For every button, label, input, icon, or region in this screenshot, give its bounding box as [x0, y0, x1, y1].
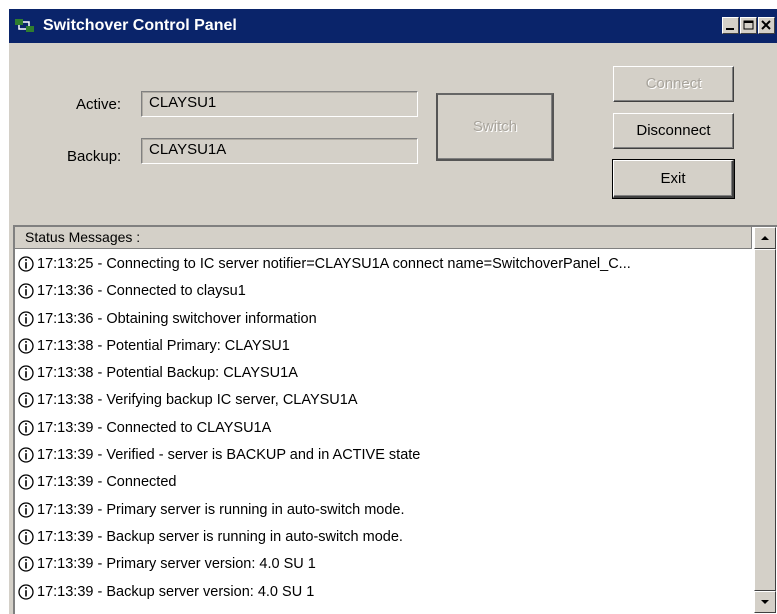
minimize-icon — [726, 28, 734, 30]
backup-label: Backup: — [67, 148, 122, 165]
arrow-up-icon — [761, 236, 769, 240]
minimize-button[interactable] — [722, 17, 739, 34]
close-icon — [761, 20, 771, 30]
message-text: 17:13:39 - Primary server is running in … — [37, 501, 405, 518]
info-icon — [18, 338, 34, 354]
scroll-up-button[interactable] — [754, 227, 776, 249]
list-item[interactable]: 17:13:39 - Backup server is running in a… — [15, 524, 754, 551]
info-icon — [18, 283, 34, 299]
info-icon — [18, 474, 34, 491]
message-text: 17:13:38 - Potential Backup: CLAYSU1A — [37, 365, 298, 382]
info-icon — [18, 556, 34, 572]
message-text: 17:13:38 - Potential Primary: CLAYSU1 — [37, 337, 290, 354]
info-icon — [18, 256, 34, 272]
list-item[interactable]: 17:13:39 - Verified - server is BACKUP a… — [15, 442, 754, 469]
list-item[interactable]: 17:13:38 - Potential Backup: CLAYSU1A — [15, 360, 754, 387]
list-item[interactable]: 17:13:38 - Potential Primary: CLAYSU1 — [15, 333, 754, 360]
message-text: 17:13:39 - Primary server version: 4.0 S… — [37, 556, 316, 573]
message-text: 17:13:39 - Connected — [37, 474, 177, 491]
info-icon — [18, 310, 34, 327]
list-item[interactable]: 17:13:39 - Backup server version: 4.0 SU… — [15, 579, 754, 606]
info-icon — [18, 447, 34, 463]
scrollbar-thumb[interactable] — [754, 249, 776, 591]
scroll-down-button[interactable] — [754, 591, 776, 613]
connect-button[interactable]: Connect — [613, 66, 734, 102]
info-icon — [18, 365, 34, 381]
window-title: Switchover Control Panel — [43, 17, 237, 34]
active-server-field: CLAYSU1 — [141, 91, 418, 117]
message-text: 17:13:38 - Verifying backup IC server, C… — [37, 392, 358, 409]
info-icon — [18, 420, 34, 436]
list-item[interactable]: 17:13:39 - Connected to CLAYSU1A — [15, 415, 754, 442]
info-icon — [18, 392, 34, 409]
list-item[interactable]: 17:13:36 - Obtaining switchover informat… — [15, 306, 754, 333]
list-item[interactable]: 17:13:36 - Connected to claysu1 — [15, 278, 754, 305]
status-messages-rows: 17:13:25 - Connecting to IC server notif… — [15, 251, 754, 606]
arrow-down-icon — [761, 600, 769, 604]
message-text: 17:13:39 - Connected to CLAYSU1A — [37, 419, 272, 436]
message-text: 17:13:25 - Connecting to IC server notif… — [37, 256, 631, 272]
backup-server-field: CLAYSU1A — [141, 138, 418, 164]
message-text: 17:13:36 - Obtaining switchover informat… — [37, 310, 317, 327]
list-item[interactable]: 17:13:39 - Primary server is running in … — [15, 497, 754, 524]
switchover-window: Switchover Control Panel Active: CLAYSU1… — [8, 8, 777, 614]
message-text: 17:13:39 - Backup server version: 4.0 SU… — [37, 583, 315, 600]
info-icon — [18, 502, 34, 518]
active-label: Active: — [76, 96, 122, 113]
message-text: 17:13:39 - Verified - server is BACKUP a… — [37, 447, 421, 464]
vertical-scrollbar[interactable] — [754, 227, 776, 613]
list-item[interactable]: 17:13:25 - Connecting to IC server notif… — [15, 251, 754, 278]
disconnect-button[interactable]: Disconnect — [613, 113, 734, 149]
title-bar[interactable]: Switchover Control Panel — [9, 9, 777, 43]
maximize-button[interactable] — [740, 17, 757, 34]
info-icon — [18, 583, 34, 600]
switch-button[interactable]: Switch — [436, 93, 554, 161]
close-button[interactable] — [758, 17, 775, 34]
switchover-app-icon — [15, 19, 34, 32]
list-item[interactable]: 17:13:38 - Verifying backup IC server, C… — [15, 387, 754, 414]
exit-button[interactable]: Exit — [612, 159, 735, 199]
list-item[interactable]: 17:13:39 - Connected — [15, 469, 754, 496]
status-messages-header[interactable]: Status Messages : — [15, 227, 752, 249]
message-text: 17:13:39 - Backup server is running in a… — [37, 528, 403, 545]
info-icon — [18, 529, 34, 545]
status-messages-list[interactable]: Status Messages : 17:13:25 - Connecting … — [13, 225, 777, 614]
message-text: 17:13:36 - Connected to claysu1 — [37, 283, 246, 300]
maximize-icon — [743, 20, 754, 30]
list-item[interactable]: 17:13:39 - Primary server version: 4.0 S… — [15, 551, 754, 578]
